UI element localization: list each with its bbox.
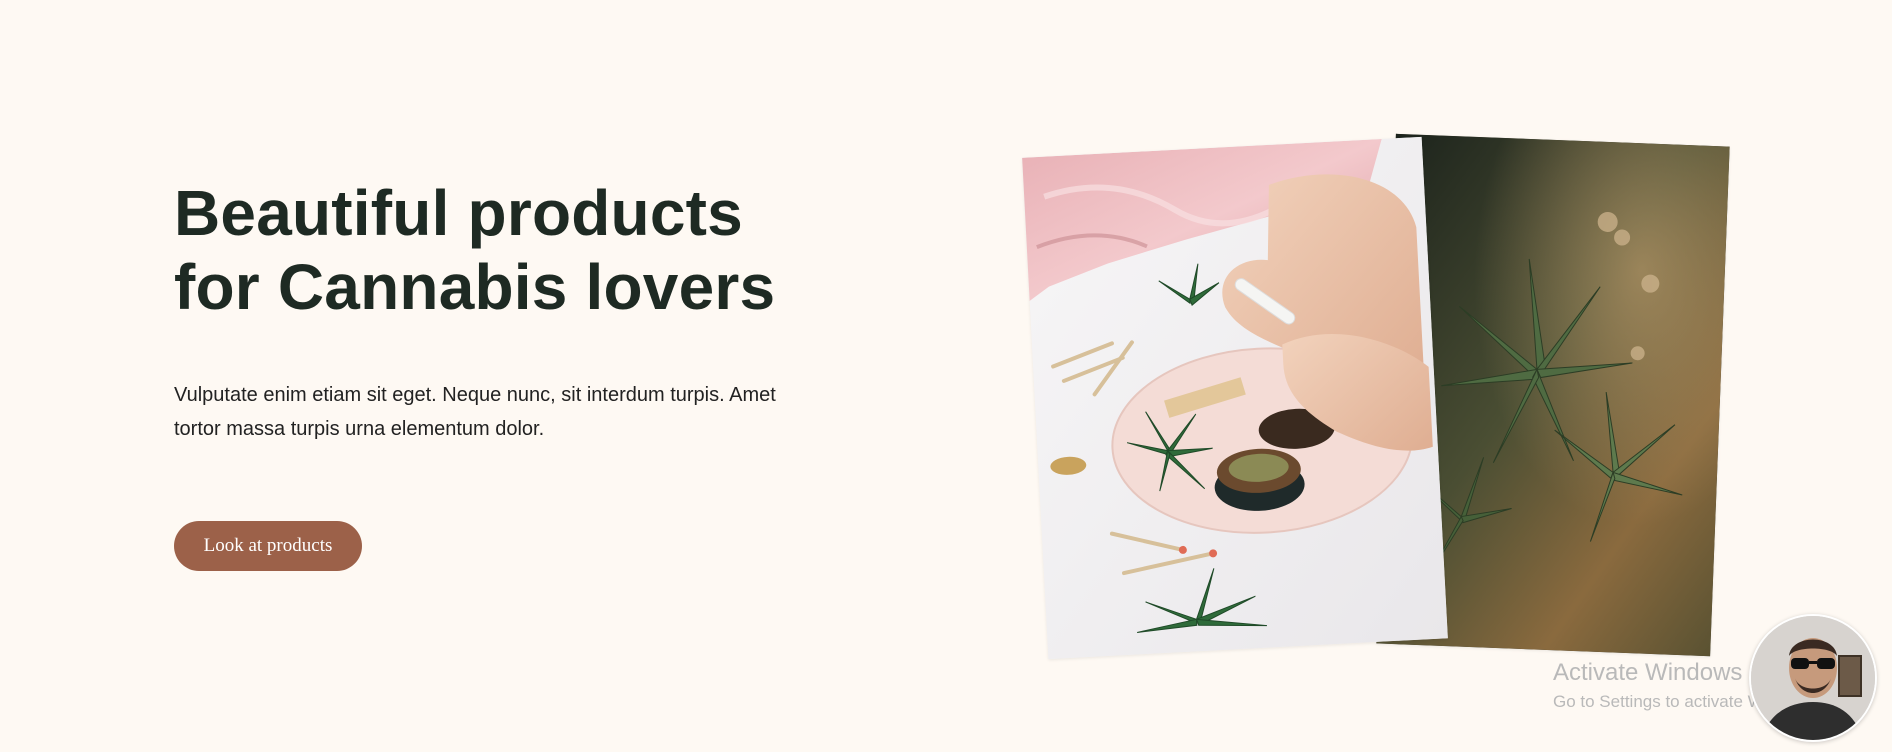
rolling-joint-illustration <box>1022 136 1448 660</box>
look-at-products-button[interactable]: Look at products <box>174 521 362 571</box>
hero-title-line-1: Beautiful products <box>174 177 743 249</box>
user-avatar-photo <box>1751 616 1875 740</box>
rolling-joint-image <box>1022 136 1448 660</box>
hero-description-line-2: tortor massa turpis urna elementum dolor… <box>174 418 545 440</box>
hero-section: Beautiful products for Cannabis lovers V… <box>0 0 1892 752</box>
avatar[interactable] <box>1749 614 1877 742</box>
hero-title: Beautiful products for Cannabis lovers <box>174 176 814 324</box>
hero-description-line-1: Vulputate enim etiam sit eget. Neque nun… <box>174 384 776 406</box>
hero-title-line-2: for Cannabis lovers <box>174 251 776 323</box>
hero-description: Vulputate enim etiam sit eget. Neque nun… <box>174 378 814 446</box>
